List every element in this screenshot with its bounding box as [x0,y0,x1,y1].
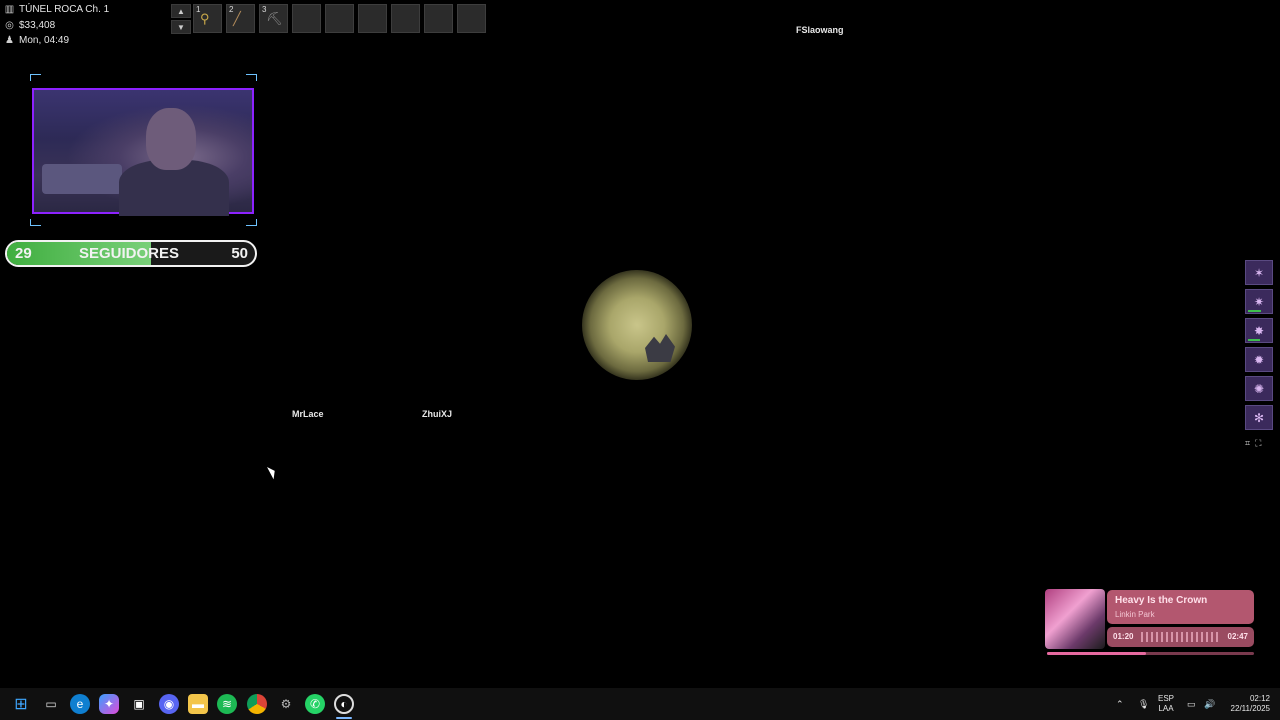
pokemon-hp-bar [1248,339,1260,341]
item-hotbar: ▲ ▼ 1 ⚲ 2 ╱ 3 ⛏ [171,4,486,34]
player-light-radius [582,270,692,380]
audio-wave-icon [1141,632,1219,642]
money-row: ◎ $33,408 [4,18,109,34]
extra-app-icon[interactable]: ⚙ [276,694,296,714]
tray-overflow-icon[interactable]: ⌃ [1116,688,1124,720]
track-progress-card: 01:20 02:47 [1107,627,1254,647]
whatsapp-icon[interactable]: ✆ [305,694,325,714]
track-title: Heavy Is the Crown [1115,595,1208,606]
pokemon-sprite-icon: ✶ [1253,265,1265,280]
follower-label: SEGUIDORES [79,245,180,262]
player-name-fslaowang[interactable]: FSlaowang [796,25,844,35]
network-icon[interactable]: ▭ [1187,688,1196,720]
webcam-feed [32,88,254,216]
language-primary: ESP [1158,694,1175,703]
hotbar-slot-3[interactable]: 3 ⛏ [259,4,288,33]
location-label: TÚNEL ROCA Ch. 1 [19,4,110,15]
hotbar-slot-5[interactable] [325,4,354,33]
hotbar-up-button[interactable]: ▲ [171,4,191,18]
player-icon: ♟ [5,35,14,46]
hotbar-down-button[interactable]: ▼ [171,20,191,34]
webcam-person-head [146,108,196,170]
frame-corner [30,74,41,81]
player-name-mrlace[interactable]: MrLace [292,409,324,419]
hotbar-slot-6[interactable] [358,4,387,33]
pokemon-sprite-icon: ✻ [1253,410,1265,425]
album-art [1045,589,1105,649]
pokemon-sprite-icon: ✹ [1253,352,1265,367]
pickaxe-icon: ⛏ [266,11,283,26]
hotbar-slot-8[interactable] [424,4,453,33]
pokemon-hp-bar [1248,310,1262,312]
track-progress-bar [1047,652,1254,655]
windows-taskbar: ⊞ ▭ e ✦ ▣ ◉ ▬ ≋ ⚙ ✆ ◐ ⌃ 🎙 ESP LAA ▭ 🔊 02… [0,688,1280,720]
hotbar-slot-7[interactable] [391,4,420,33]
player-name-zhuixj[interactable]: ZhuiXJ [422,409,452,419]
windows-start-icon[interactable]: ⊞ [11,694,31,714]
pokemon-slot-5[interactable]: ✺ [1245,376,1273,401]
follower-count: 29 [15,245,32,262]
language-indicator[interactable]: ESP LAA [1158,694,1174,714]
money-label: $33,408 [19,19,56,31]
frame-corner [246,74,257,81]
hotbar-slot-2[interactable]: 2 ╱ [226,4,255,33]
pokemon-slot-3[interactable]: ✸ [1245,318,1273,343]
clock-date: 22/11/2025 [1230,704,1270,713]
pokemon-slot-4[interactable]: ✹ [1245,347,1273,372]
follower-goal-bar: 29 SEGUIDORES 50 [5,240,257,267]
active-app-indicator [336,717,352,719]
clock-time: 02:12 [1249,694,1270,703]
frame-corner [30,219,41,226]
volume-icon[interactable]: 🔊 [1204,688,1215,720]
track-elapsed: 01:20 [1113,632,1134,641]
collapse-icon[interactable]: ⌗ [1245,438,1250,449]
file-explorer-icon[interactable]: ▬ [188,694,208,714]
track-progress-fill [1047,652,1147,655]
location-row: ▥ TÚNEL ROCA Ch. 1 [4,2,109,18]
follower-goal: 50 [231,245,248,262]
spotify-icon[interactable]: ≋ [217,694,237,714]
fishing-rod-icon: ╱ [233,11,241,26]
hotbar-slot-1[interactable]: 1 ⚲ [193,4,222,33]
game-status-panel: ▥ TÚNEL ROCA Ch. 1 ◎ $33,408 ♟ Mon, 04:4… [4,2,109,49]
map-book-icon: ▥ [4,4,15,15]
expand-icon[interactable]: ⛶ [1255,438,1261,449]
frame-corner [246,219,257,226]
time-label: Mon, 04:49 [19,35,70,46]
webcam-bed [42,164,122,194]
time-row: ♟ Mon, 04:49 [4,33,109,49]
hotbar-slot-9[interactable] [457,4,486,33]
hotbar-scroll: ▲ ▼ [171,4,191,34]
pokemon-slot-2[interactable]: ✷ [1245,289,1273,314]
pokemon-sprite-icon: ✺ [1253,381,1265,396]
pokemon-slot-1[interactable]: ✶ [1245,260,1273,285]
track-card: Heavy Is the Crown Linkin Park [1107,590,1254,624]
edge-icon[interactable]: e [70,694,90,714]
coins-icon: ◎ [5,19,14,31]
now-playing-widget: Heavy Is the Crown Linkin Park 01:20 02:… [1045,589,1255,657]
party-controls: ⌗ ⛶ [1245,438,1261,449]
language-secondary: LAA [1158,704,1174,713]
party-panel: ✶ ✷ ✸ ✹ ✺ ✻ [1245,260,1273,430]
system-clock[interactable]: 02:12 22/11/2025 [1226,694,1270,714]
copilot-icon[interactable]: ✦ [99,694,119,714]
store-icon[interactable]: ▣ [129,694,149,714]
pokemmo-icon[interactable]: ◐ [334,694,354,714]
pokemon-sprite-icon: ✸ [1253,323,1265,338]
task-view-icon[interactable]: ▭ [41,694,61,714]
mouse-cursor [267,464,278,480]
chrome-icon[interactable] [247,694,267,714]
pokemon-sprite-icon: ✷ [1253,294,1265,309]
bicycle-icon: ⚲ [200,11,210,26]
track-artist: Linkin Park [1115,610,1155,619]
hotbar-slot-4[interactable] [292,4,321,33]
discord-icon[interactable]: ◉ [159,694,179,714]
microphone-icon[interactable]: 🎙 [1138,688,1149,720]
track-duration: 02:47 [1227,632,1248,641]
pokemon-slot-6[interactable]: ✻ [1245,405,1273,430]
